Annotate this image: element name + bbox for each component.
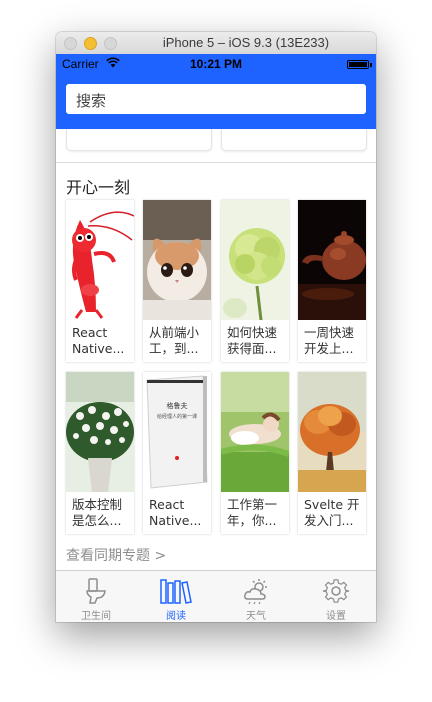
window-titlebar[interactable]: iPhone 5 – iOS 9.3 (13E233) [56, 32, 376, 55]
article-card[interactable]: 从前端小工，到... [143, 200, 211, 362]
tab-reading[interactable]: 阅读 [136, 571, 216, 622]
window-title: iPhone 5 – iOS 9.3 (13E233) [162, 35, 330, 50]
section-divider [56, 162, 376, 163]
article-card[interactable]: 版本控制是怎么... [66, 372, 134, 534]
red-lobster-cartoon-image [66, 200, 134, 320]
status-bar: Carrier 10:21 PM [56, 54, 376, 74]
phone-screen: Carrier 10:21 PM 搜索 开心一刻 React Native...… [56, 54, 376, 622]
simulator-window: iPhone 5 – iOS 9.3 (13E233) Carrier 10:2… [56, 32, 376, 622]
tab-label: 设置 [326, 611, 346, 622]
toilet-icon [86, 578, 106, 604]
article-card[interactable]: 如何快速获得面... [221, 200, 289, 362]
content-scroll-area[interactable]: 开心一刻 React Native... 从前端小工，到... 如何快速获得面.… [56, 129, 376, 570]
tab-bar: 卫生间 阅读 天气 设置 [56, 570, 376, 622]
tab-restroom[interactable]: 卫生间 [56, 571, 136, 622]
status-time: 10:21 PM [189, 57, 243, 71]
books-icon [160, 579, 192, 604]
tab-weather[interactable]: 天气 [216, 571, 296, 622]
card-title: 工作第一年，你... [227, 497, 278, 528]
close-window-button[interactable] [64, 37, 77, 50]
card-title: Svelte 开发入门... [304, 497, 360, 528]
green-carnation-image [221, 200, 289, 320]
book-subtitle-text: 给经理人的第一课 [157, 413, 197, 420]
previous-card[interactable] [66, 129, 212, 151]
search-input[interactable]: 搜索 [66, 84, 366, 114]
article-card[interactable]: 一周快速开发上... [298, 200, 366, 362]
woman-grass-image [221, 372, 289, 492]
book-title-text: 格鲁夫 [167, 401, 188, 410]
app-header: Carrier 10:21 PM 搜索 [56, 54, 376, 129]
minimize-window-button[interactable] [84, 37, 97, 50]
previous-card[interactable] [221, 129, 367, 151]
section-title: 开心一刻 [66, 178, 131, 197]
card-title: React Native... [149, 497, 202, 528]
battery-icon [347, 60, 369, 69]
kitten-photo-image [143, 200, 211, 320]
view-more-link[interactable]: 查看同期专题 > [66, 545, 166, 565]
card-title: React Native... [72, 325, 125, 356]
tab-label: 天气 [246, 611, 266, 622]
article-card[interactable]: 工作第一年，你... [221, 372, 289, 534]
white-flowers-image [66, 372, 134, 492]
card-title: 一周快速开发上... [304, 325, 355, 356]
card-title: 如何快速获得面... [227, 325, 278, 356]
card-title: 版本控制是怎么... [72, 497, 123, 528]
maximize-window-button[interactable] [104, 37, 117, 50]
tab-label: 阅读 [166, 611, 186, 622]
book-cover-image: 格鲁夫 给经理人的第一课 [143, 372, 211, 492]
card-title: 从前端小工，到... [149, 325, 200, 356]
weather-icon [244, 579, 267, 605]
battery-tip [370, 63, 372, 67]
article-card[interactable]: Svelte 开发入门... [298, 372, 366, 534]
article-card[interactable]: 格鲁夫 给经理人的第一课 React Native... [143, 372, 211, 534]
article-card[interactable]: React Native... [66, 200, 134, 362]
tab-label: 卫生间 [81, 611, 111, 622]
tab-settings[interactable]: 设置 [296, 571, 376, 622]
gear-icon [322, 579, 350, 603]
teapot-photo-image [298, 200, 366, 320]
autumn-tree-image [298, 372, 366, 492]
